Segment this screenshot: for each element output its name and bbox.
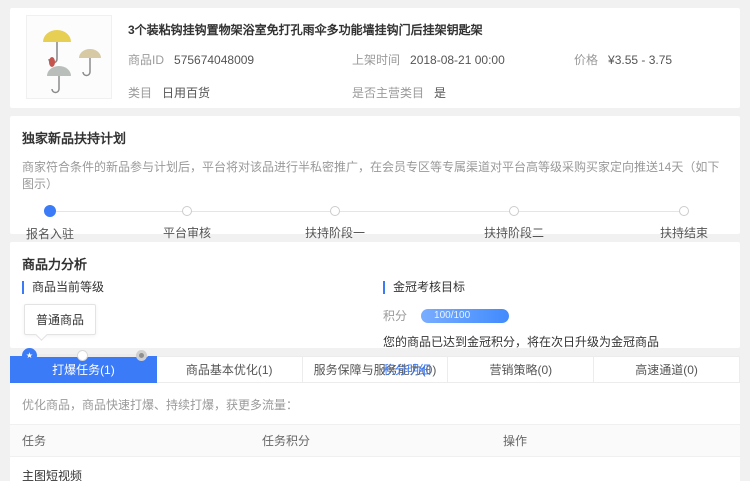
category-value: 日用百货	[162, 86, 210, 100]
task-cell: 主图短视频 【运营建议】商品无主图短视频，影响商品点击转化，建议您立即上传主图短…	[22, 467, 262, 481]
level-node-top-icon	[136, 350, 147, 361]
product-id-value: 575674048009	[174, 53, 254, 67]
product-image	[26, 15, 112, 99]
listing-time-field: 上架时间 2018-08-21 00:00	[352, 51, 574, 68]
support-plan-description: 商家符合条件的新品参与计划后，平台将对该品进行半私密推广，在会员专区等专属渠道对…	[22, 158, 728, 192]
step-end-label: 扶持结束	[614, 224, 750, 241]
step-signup-label: 报名入驻	[0, 225, 120, 242]
step-review: 平台审核	[117, 206, 257, 241]
level-tooltip: 普通商品	[24, 304, 96, 335]
step-phase-two-label: 扶持阶段二	[444, 224, 584, 241]
step-phase-one-label: 扶持阶段一	[265, 224, 405, 241]
tasks-hint-text: 优化商品，商品快速打爆、持续打爆，获更多流量：	[10, 383, 740, 424]
product-info: 3个装粘钩挂钩置物架浴室免打孔雨伞多功能墙挂钩门后挂架钥匙架 商品ID 57567…	[128, 15, 724, 101]
seller-product-dashboard: 3个装粘钩挂钩置物架浴室免打孔雨伞多功能墙挂钩门后挂架钥匙架 商品ID 57567…	[0, 0, 750, 481]
header-task: 任务	[22, 432, 262, 449]
product-id-label: 商品ID	[128, 53, 164, 67]
score-row: 积分 100/100	[383, 307, 659, 324]
listing-time-label: 上架时间	[352, 53, 400, 67]
crown-goal-message: 您的商品已达到金冠积分，将在次日升级为金冠商品	[383, 333, 659, 350]
score-detail-link[interactable]: 积分明细	[383, 361, 431, 378]
level-node-middle-icon	[77, 350, 88, 361]
step-dot-icon	[182, 206, 192, 216]
product-title: 3个装粘钩挂钩置物架浴室免打孔雨伞多功能墙挂钩门后挂架钥匙架	[128, 21, 724, 38]
tab-basic-optimization[interactable]: 商品基本优化(1)	[157, 356, 303, 383]
support-plan-title: 独家新品扶持计划	[22, 128, 728, 147]
current-level-header: 商品当前等级	[22, 281, 162, 294]
score-label: 积分	[383, 307, 407, 324]
umbrella-hooks-photo-icon	[27, 16, 111, 98]
category-label: 类目	[128, 86, 152, 100]
level-progress-slider: ★	[22, 347, 162, 363]
main-category-field: 是否主营类目是	[352, 84, 574, 101]
price-label: 价格	[574, 53, 598, 67]
listing-time-value: 2018-08-21 00:00	[410, 53, 505, 67]
product-summary-card: 3个装粘钩挂钩置物架浴室免打孔雨伞多功能墙挂钩门后挂架钥匙架 商品ID 57567…	[10, 8, 740, 108]
step-dot-icon	[509, 206, 519, 216]
category-field: 类目日用百货	[128, 84, 352, 101]
support-plan-card: 独家新品扶持计划 商家符合条件的新品参与计划后，平台将对该品进行半私密推广，在会…	[10, 116, 740, 234]
step-dot-active-icon	[44, 205, 56, 217]
current-level-panel: 商品当前等级 普通商品 ★	[22, 281, 162, 363]
product-id-field: 商品ID 575674048009	[128, 51, 352, 68]
header-task-score: 任务积分	[262, 432, 503, 449]
main-category-label: 是否主营类目	[352, 86, 424, 100]
crown-goal-header: 金冠考核目标	[383, 281, 659, 294]
price-field: 价格 ¥3.55 - 3.75	[574, 51, 724, 68]
table-row: 主图短视频 【运营建议】商品无主图短视频，影响商品点击转化，建议您立即上传主图短…	[10, 457, 740, 481]
tasks-table-header: 任务 任务积分 操作	[10, 424, 740, 457]
product-info-grid: 商品ID 575674048009 上架时间 2018-08-21 00:00 价格…	[128, 51, 724, 101]
step-review-label: 平台审核	[117, 224, 257, 241]
crown-goal-panel: 金冠考核目标 积分 100/100 您的商品已达到金冠积分，将在次日升级为金冠商…	[383, 281, 659, 379]
step-dot-icon	[330, 206, 340, 216]
analysis-title: 商品力分析	[22, 254, 728, 273]
product-power-analysis-card: 商品力分析 商品当前等级 普通商品 ★ 金冠考核目标 积分 100/100 您的…	[10, 242, 740, 348]
level-node-current-star-icon: ★	[22, 348, 37, 363]
main-category-value: 是	[434, 86, 446, 100]
price-value: ¥3.55 - 3.75	[608, 53, 672, 67]
score-progress-pill: 100/100	[421, 309, 509, 323]
level-track	[28, 354, 148, 357]
task-name: 主图短视频	[22, 467, 262, 481]
step-dot-icon	[679, 206, 689, 216]
header-action: 操作	[503, 432, 740, 449]
